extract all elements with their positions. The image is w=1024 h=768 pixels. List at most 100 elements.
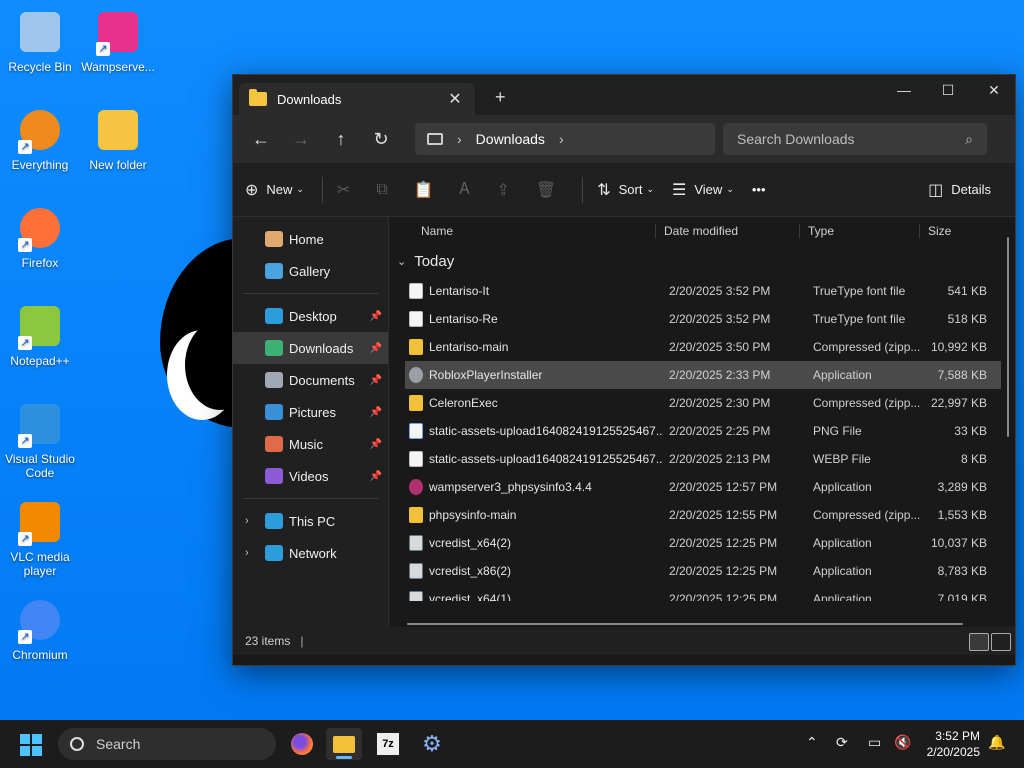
pictures-icon bbox=[265, 404, 283, 420]
desktop-icon-folder[interactable]: New folder bbox=[78, 106, 158, 172]
file-date-modified: 2/20/2025 3:52 PM bbox=[669, 312, 771, 326]
file-name-cell: vcredist_x64(1) bbox=[405, 591, 663, 601]
desktop-icon-label: Firefox bbox=[21, 256, 59, 270]
horizontal-scrollbar[interactable] bbox=[407, 623, 963, 625]
sidebar-item-gallery[interactable]: Gallery bbox=[233, 255, 388, 287]
network-icon bbox=[265, 545, 283, 561]
divider bbox=[321, 176, 323, 203]
file-row[interactable]: Lentariso-Re 2/20/2025 3:52 PM TrueType fo… bbox=[405, 305, 1001, 333]
clock[interactable]: 3:52 PM 2/20/2025 bbox=[927, 728, 980, 760]
volume-muted-icon[interactable]: 🔇 bbox=[894, 734, 911, 751]
file-date-modified: 2/20/2025 12:25 PM bbox=[669, 564, 778, 578]
file-name: static-assets-upload164082419125525467..… bbox=[429, 452, 663, 466]
tab-title: Downloads bbox=[277, 91, 342, 107]
file-row[interactable]: wampserver3_phpsysinfo3.4.4 2/20/2025 12:… bbox=[405, 473, 1001, 501]
desktop-icon-vlc[interactable]: ↗ VLC media player bbox=[0, 498, 80, 578]
column-date-modified[interactable]: Date modified bbox=[655, 223, 799, 238]
this-pc-icon bbox=[265, 513, 283, 529]
more-options-button[interactable]: ••• bbox=[752, 182, 766, 197]
pin-icon: 📌 bbox=[369, 406, 382, 418]
7zip-icon[interactable]: 7z bbox=[370, 728, 406, 760]
file-row[interactable]: vcredist_x64(1) 2/20/2025 12:25 PM Applica… bbox=[405, 585, 1001, 601]
sidebar-item-music[interactable]: Music 📌 bbox=[233, 428, 388, 460]
start-button[interactable] bbox=[20, 734, 42, 756]
paste-button[interactable]: 📋 bbox=[414, 180, 442, 200]
desktop-icon-vscode[interactable]: ↗ Visual Studio Code bbox=[0, 400, 80, 480]
shortcut-arrow-icon: ↗ bbox=[18, 140, 32, 154]
firefox-icon[interactable] bbox=[284, 728, 320, 760]
sidebar-item-this-pc[interactable]: › This PC bbox=[233, 505, 388, 537]
file-row[interactable]: static-assets-upload164082419125525467..… bbox=[405, 417, 1001, 445]
sidebar-item-pictures[interactable]: Pictures 📌 bbox=[233, 396, 388, 428]
desktop-icon-notepadpp[interactable]: ↗ Notepad++ bbox=[0, 302, 80, 368]
desktop-icon-everything-search[interactable]: ↗ Everything bbox=[0, 106, 80, 172]
search-icon bbox=[70, 737, 84, 751]
minimize-button[interactable]: — bbox=[881, 75, 927, 107]
file-row[interactable]: RobloxPlayerInstaller 2/20/2025 2:33 PM Ap… bbox=[405, 361, 1001, 389]
up-arrow-icon[interactable]: ↑ bbox=[321, 123, 361, 155]
file-explorer-icon[interactable] bbox=[326, 728, 362, 760]
notification-bell-icon[interactable]: 🔔 bbox=[988, 734, 1005, 751]
vertical-scrollbar[interactable] bbox=[1007, 237, 1009, 437]
back-arrow-icon[interactable]: ← bbox=[241, 123, 281, 155]
cut-button[interactable]: ✂ bbox=[337, 180, 358, 200]
copy-button[interactable]: ⧉ bbox=[376, 181, 395, 199]
breadcrumb-downloads[interactable]: Downloads bbox=[476, 131, 545, 147]
shortcut-arrow-icon: ↗ bbox=[18, 336, 32, 350]
sidebar-item-network[interactable]: › Network bbox=[233, 537, 388, 569]
file-row[interactable]: static-assets-upload164082419125525467..… bbox=[405, 445, 1001, 473]
file-row[interactable]: phpsysinfo-main 2/20/2025 12:55 PM Compres… bbox=[405, 501, 1001, 529]
sidebar-divider bbox=[243, 293, 378, 294]
network-icon[interactable]: ▭ bbox=[868, 734, 881, 751]
sort-label: Sort bbox=[618, 182, 643, 197]
file-row[interactable]: Lentariso-It 2/20/2025 3:52 PM TrueType fo… bbox=[405, 277, 1001, 305]
file-row[interactable]: vcredist_x64(2) 2/20/2025 12:25 PM Applica… bbox=[405, 529, 1001, 557]
column-size[interactable]: Size bbox=[919, 223, 999, 238]
rename-button[interactable]: Ꭺ bbox=[460, 181, 479, 199]
desktop-icon-firefox[interactable]: ↗ Firefox bbox=[0, 204, 80, 270]
refresh-icon[interactable]: ↻ bbox=[361, 123, 401, 155]
file-type-icon bbox=[409, 423, 423, 439]
forward-arrow-icon[interactable]: → bbox=[281, 123, 321, 155]
sidebar-item-downloads[interactable]: Downloads 📌 bbox=[233, 332, 388, 364]
delete-button[interactable]: 🗑 bbox=[536, 180, 564, 200]
chevron-right-icon[interactable]: › bbox=[559, 131, 564, 147]
desktop-icon-wampserver[interactable]: ↗ Wampserve... bbox=[78, 8, 158, 74]
close-window-button[interactable]: ✕ bbox=[971, 75, 1017, 107]
file-type: TrueType font file bbox=[813, 284, 906, 298]
address-bar[interactable]: › Downloads › bbox=[415, 123, 715, 155]
file-row[interactable]: CeleronExec 2/20/2025 2:30 PM Compressed (… bbox=[405, 389, 1001, 417]
update-alert-icon[interactable]: ⟳ bbox=[836, 734, 848, 751]
sort-button[interactable]: ⇅ Sort ⌄ bbox=[597, 180, 654, 200]
large-icons-view-icon[interactable] bbox=[991, 633, 1011, 651]
new-tab-button[interactable]: + bbox=[495, 87, 506, 108]
sidebar-item-desktop[interactable]: Desktop 📌 bbox=[233, 300, 388, 332]
settings-gear-icon[interactable]: ⚙ bbox=[414, 728, 450, 760]
file-name: static-assets-upload164082419125525467..… bbox=[429, 424, 663, 438]
desktop-icon-chromium[interactable]: ↗ Chromium bbox=[0, 596, 80, 662]
desktop-icon-recycle-bin[interactable]: Recycle Bin bbox=[0, 8, 80, 74]
column-type[interactable]: Type bbox=[799, 223, 919, 238]
close-tab-icon[interactable]: ✕ bbox=[445, 89, 465, 109]
taskbar-search[interactable]: Search bbox=[58, 728, 276, 760]
file-row[interactable]: Lentariso-main 2/20/2025 3:50 PM Compresse… bbox=[405, 333, 1001, 361]
group-header-today[interactable]: ⌄ Today bbox=[389, 245, 1015, 277]
sidebar-item-documents[interactable]: Documents 📌 bbox=[233, 364, 388, 396]
view-button[interactable]: ☰ View ⌄ bbox=[672, 180, 734, 200]
details-view-icon[interactable] bbox=[969, 633, 989, 651]
search-input[interactable]: Search Downloads ⌕ bbox=[723, 123, 987, 155]
show-hidden-icons-icon[interactable]: ⌃ bbox=[806, 734, 818, 751]
file-row[interactable]: vcredist_x86(2) 2/20/2025 12:25 PM Applica… bbox=[405, 557, 1001, 585]
tab-downloads[interactable]: Downloads ✕ bbox=[239, 83, 475, 115]
chevron-right-icon[interactable]: › bbox=[457, 131, 462, 147]
chevron-right-icon[interactable]: › bbox=[245, 515, 249, 527]
chevron-right-icon[interactable]: › bbox=[245, 547, 249, 559]
column-name[interactable]: Name bbox=[389, 224, 655, 238]
details-button[interactable]: ◫ Details bbox=[928, 180, 991, 200]
sidebar-item-home[interactable]: Home bbox=[233, 223, 388, 255]
share-button[interactable]: ⇪ bbox=[497, 180, 518, 200]
new-button[interactable]: ⊕ New ⌄ bbox=[245, 180, 304, 200]
file-size: 7,588 KB bbox=[937, 368, 987, 382]
sidebar-item-videos[interactable]: Videos 📌 bbox=[233, 460, 388, 492]
maximize-button[interactable]: ☐ bbox=[925, 75, 971, 107]
